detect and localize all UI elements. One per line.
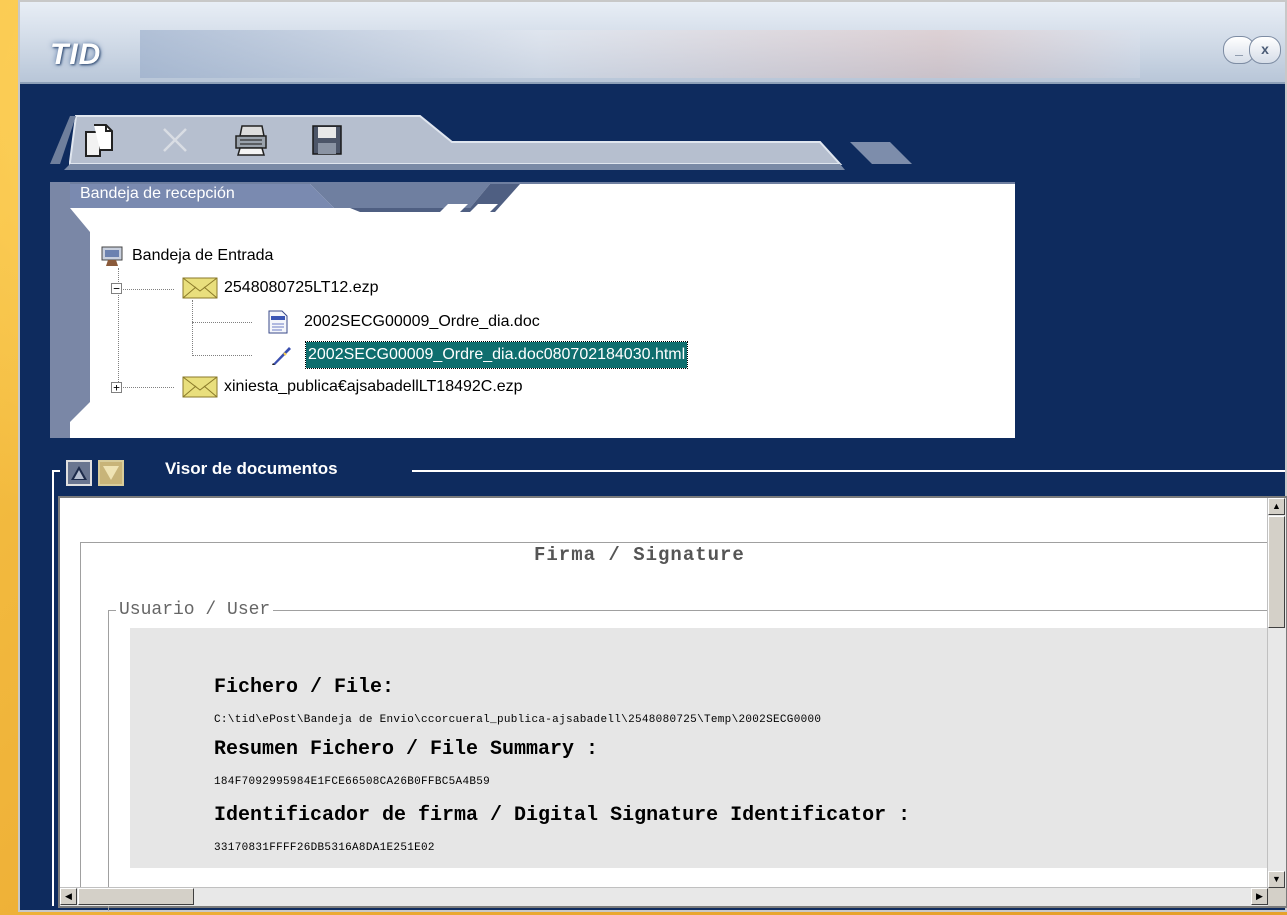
title-bar-gradient [140,30,1140,78]
field-value-summary: 184F7092995984E1FCE66508CA26B0FFBC5A4B59 [214,776,491,788]
title-bar[interactable]: TID _ x [20,2,1285,84]
viewer-title: Visor de documentos [165,459,338,478]
field-value-file: C:\tid\ePost\Bandeja de Envio\ccorcueral… [214,714,822,726]
field-label-summary: Resumen Fichero / File Summary : [214,738,599,761]
document-icon [268,310,288,334]
field-label-file: Fichero / File: [214,676,395,699]
envelope-icon [182,376,218,398]
user-section-title: Usuario / User [116,600,274,620]
save-disk-icon[interactable] [308,120,346,160]
app-window: TID _ x Bandeja de recepción Bandeja de … [18,0,1287,912]
close-button[interactable]: x [1249,36,1281,64]
tree-item-ezp-2[interactable]: + xiniesta_publica€ajsabadellLT18492C.ez… [111,374,523,400]
viewer-frame-line [52,470,54,906]
viewer-frame-line [412,470,1285,472]
open-document-icon[interactable] [80,120,118,160]
tree-connector [192,300,193,356]
inbox-tab-label[interactable]: Bandeja de recepción [80,185,235,203]
tree-item-label: 2548080725LT12.ezp [224,279,379,296]
tree-item-ezp-1[interactable]: − 2548080725LT12.ezp [111,275,379,301]
tree-root-label: Bandeja de Entrada [132,247,274,264]
window-title: TID [50,38,102,71]
signature-pen-icon [270,344,292,366]
tree-item-label-selected: 2002SECG00009_Ordre_dia.doc080702184030.… [304,341,689,369]
scroll-up-button[interactable]: ▲ [1268,498,1285,515]
scroll-down-button[interactable]: ▼ [1268,871,1285,888]
field-label-signature-id: Identificador de firma / Digital Signatu… [214,804,911,827]
vertical-scroll-thumb[interactable] [1268,516,1285,628]
field-value-signature-id: 33170831FFFF26DB5316A8DA1E251E02 [214,842,435,854]
scroll-up-arrow-button[interactable] [66,460,92,486]
toolbar-icons [80,120,346,160]
tree-item-doc[interactable]: 2002SECG00009_Ordre_dia.doc [268,309,540,335]
tree-item-label: xiniesta_publica€ajsabadellLT18492C.ezp [224,378,523,395]
tree-item-label: 2002SECG00009_Ordre_dia.doc [304,313,540,330]
signature-section-title: Firma / Signature [530,544,749,566]
vertical-scrollbar[interactable]: ▲ ▼ [1267,498,1286,888]
collapse-toggle[interactable]: − [111,282,122,294]
scroll-left-button[interactable]: ◀ [60,888,77,905]
horizontal-scroll-thumb[interactable] [78,888,194,905]
horizontal-scrollbar[interactable]: ◀ ▶ [60,887,1268,906]
document-viewer[interactable]: Firma / Signature Usuario / User Fichero… [58,496,1287,911]
print-icon[interactable] [232,120,270,160]
scrollbar-corner [1268,888,1286,906]
tree-root[interactable]: Bandeja de Entrada [100,243,273,269]
window-controls: _ x [1223,36,1281,64]
tree-item-html[interactable]: 2002SECG00009_Ordre_dia.doc080702184030.… [270,341,689,369]
envelope-icon [182,277,218,299]
scroll-down-arrow-button[interactable] [98,460,124,486]
scroll-right-button[interactable]: ▶ [1251,888,1268,905]
tree-connector [192,355,252,356]
expand-toggle[interactable]: + [111,381,122,393]
inbox-tray-icon [100,245,124,267]
delete-cross-icon[interactable] [156,120,194,160]
tree-connector [192,322,252,323]
